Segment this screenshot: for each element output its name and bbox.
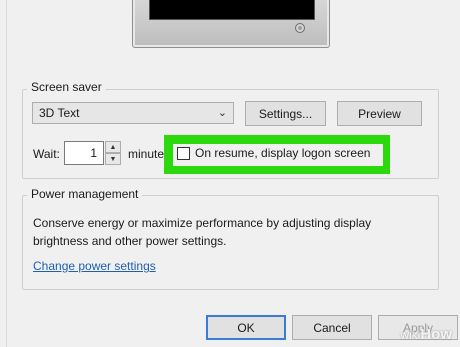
monitor-power-led [295, 23, 305, 33]
preview-button[interactable]: Preview [337, 101, 422, 126]
change-power-settings-link[interactable]: Change power settings [33, 259, 156, 273]
wait-spinner: ▲ ▼ [105, 141, 121, 165]
logon-screen-checkbox-label[interactable]: On resume, display logon screen [195, 146, 370, 160]
spin-down-icon[interactable]: ▼ [105, 153, 121, 165]
spin-up-icon[interactable]: ▲ [105, 141, 121, 153]
screen-saver-select[interactable]: 3D Text ⌄ [32, 102, 234, 124]
wait-minutes-input[interactable]: 1 [64, 141, 104, 165]
watermark-how: How [420, 326, 452, 343]
monitor-screen [149, 0, 315, 20]
settings-button[interactable]: Settings... [245, 101, 326, 126]
screen-saver-select-value: 3D Text [39, 106, 80, 120]
logon-screen-checkbox[interactable] [177, 147, 190, 160]
power-management-group-title: Power management [27, 187, 143, 201]
wikihow-watermark: wikiHow [400, 326, 452, 343]
ok-button[interactable]: OK [206, 315, 286, 340]
chevron-down-icon: ⌄ [217, 107, 227, 119]
watermark-wiki: wiki [400, 328, 421, 342]
monitor-preview [132, 0, 330, 48]
screen-saver-group-title: Screen saver [27, 80, 106, 94]
window-edge [6, 0, 7, 347]
wait-label: Wait: [33, 147, 60, 161]
minutes-label: minutes [128, 147, 168, 161]
power-management-description: Conserve energy or maximize performance … [33, 216, 372, 248]
cancel-button[interactable]: Cancel [292, 315, 372, 340]
